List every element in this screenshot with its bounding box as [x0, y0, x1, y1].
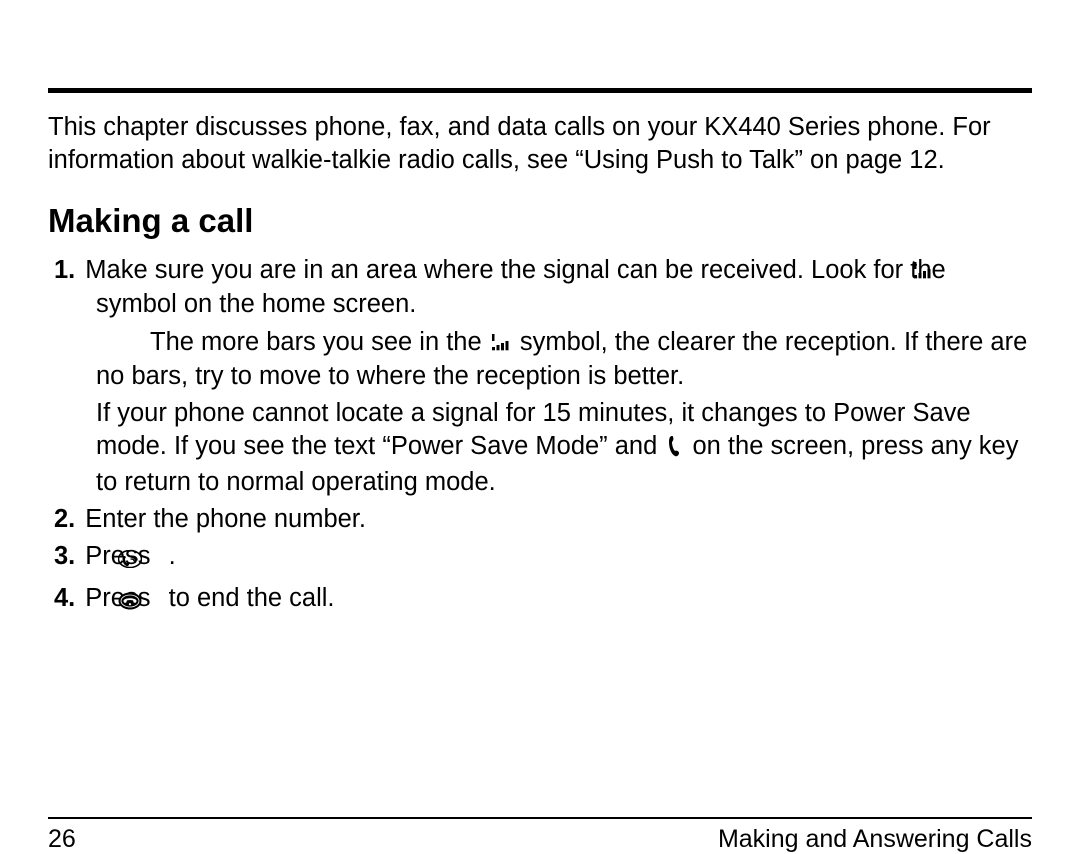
step-2-text: Enter the phone number.: [85, 505, 366, 533]
step-number: 4.: [54, 584, 75, 612]
sub1-a: The more bars you see in the: [150, 328, 489, 356]
step-number: 3.: [54, 542, 75, 570]
step-number: 2.: [54, 505, 75, 533]
signal-icon: [491, 327, 511, 360]
step-1-b: symbol on the home screen.: [96, 290, 416, 318]
page-footer: 26 Making and Answering Calls: [48, 817, 1032, 854]
step-4-b: to end the call.: [162, 584, 335, 612]
step-2: 2. Enter the phone number.: [48, 503, 1032, 536]
step-1-a: Make sure you are in an area where the s…: [85, 256, 953, 284]
step-4: 4.Press to end the call.: [48, 582, 1032, 619]
step-1-sub-2: If your phone cannot locate a signal for…: [48, 397, 1032, 499]
page-number: 26: [48, 825, 76, 854]
step-3: 3.Press .: [48, 540, 1032, 577]
step-1-sub-1: The more bars you see in the symbol, the…: [48, 326, 1032, 393]
section-heading: Making a call: [48, 202, 1032, 240]
intro-paragraph: This chapter discusses phone, fax, and d…: [48, 111, 1032, 176]
manual-page: This chapter discusses phone, fax, and d…: [48, 88, 1032, 854]
step-3-b: .: [162, 542, 176, 570]
section-title: Making and Answering Calls: [718, 825, 1032, 854]
top-rule: [48, 88, 1032, 93]
bottom-rule: [48, 817, 1032, 819]
phone-icon: [668, 433, 681, 466]
step-1: 1. Make sure you are in an area where the…: [48, 254, 1032, 321]
step-number: 1.: [54, 256, 75, 284]
